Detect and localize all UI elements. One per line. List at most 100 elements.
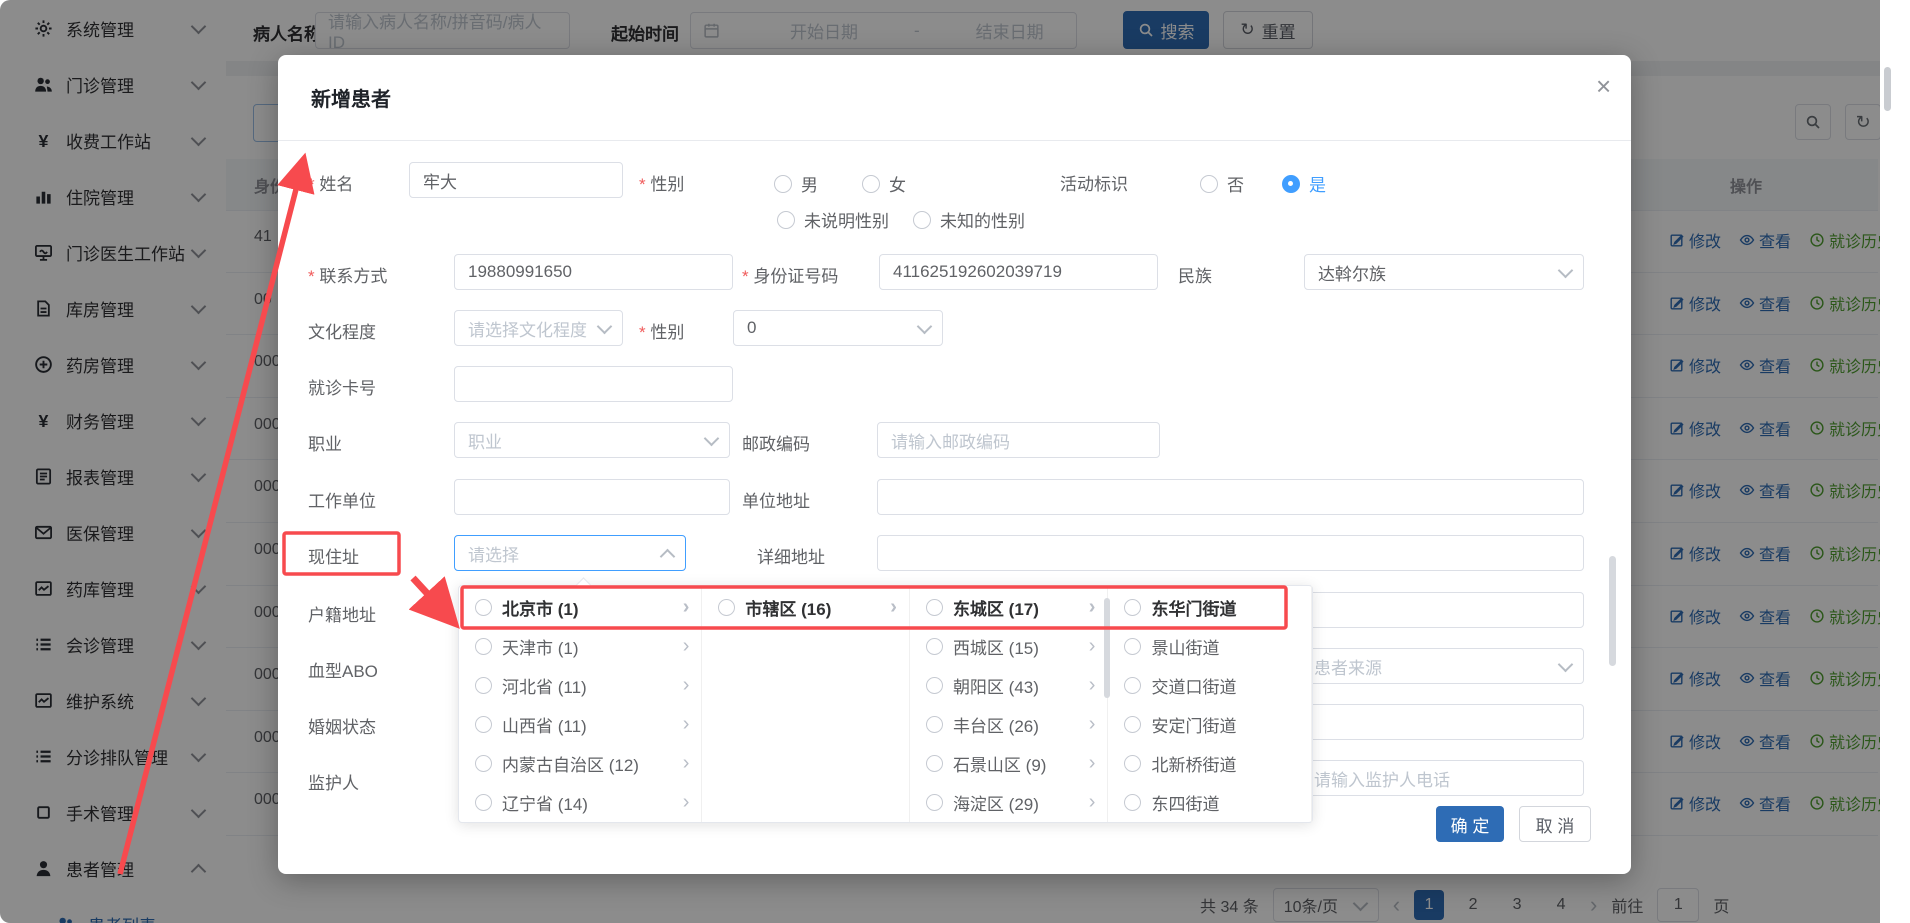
radio-icon (718, 599, 735, 616)
cascader-street-option[interactable]: 交道口街道 (1108, 666, 1311, 705)
gender-radio-female[interactable]: 女 (862, 171, 906, 196)
card-no-input[interactable] (454, 366, 733, 402)
radio-icon (475, 638, 492, 655)
cascader-district-column: 东城区 (17) › 西城区 (15) › 朝阳区 (43) › 丰台区 (26… (910, 586, 1109, 822)
nation-select[interactable]: 达斡尔族 (1304, 254, 1584, 290)
marital-label: 婚姻状态 (308, 713, 376, 738)
radio-icon (777, 211, 795, 229)
cascader-province-option[interactable]: 天津市 (1) › (459, 627, 701, 666)
chevron-right-icon: › (1089, 635, 1096, 658)
chevron-down-icon (1558, 262, 1574, 278)
gender-radio-unspecified[interactable]: 未说明性别 (777, 207, 889, 232)
chevron-down-icon (597, 318, 613, 334)
name-input[interactable]: 牢大 (409, 162, 623, 198)
marital-right-input[interactable] (1300, 704, 1584, 740)
gender2-label: 性别 (639, 318, 684, 343)
cascader-district-option[interactable]: 石景山区 (9) › (910, 744, 1108, 783)
cascader-street-option[interactable]: 北新桥街道 (1108, 744, 1311, 783)
dialog-title: 新增患者 (311, 83, 391, 112)
unit-address-label: 单位地址 (742, 487, 810, 512)
radio-icon (475, 794, 492, 811)
chevron-right-icon: › (1089, 674, 1096, 697)
contact-label: 联系方式 (308, 262, 387, 287)
cascader-district-option[interactable]: 海淀区 (29) › (910, 783, 1108, 822)
work-unit-input[interactable] (454, 479, 730, 515)
radio-icon (862, 175, 880, 193)
cascader-district-option[interactable]: 朝阳区 (43) › (910, 666, 1108, 705)
cascader-province-option[interactable]: 河北省 (11) › (459, 666, 701, 705)
cascader-province-option[interactable]: 辽宁省 (14) › (459, 783, 701, 822)
detail-address-input[interactable] (877, 535, 1584, 571)
active-radio-yes[interactable]: 是 (1282, 171, 1326, 196)
household-label: 户籍地址 (308, 601, 376, 626)
cascader-street-option[interactable]: 景山街道 (1108, 627, 1311, 666)
work-unit-label: 工作单位 (308, 487, 376, 512)
radio-icon (475, 716, 492, 733)
chevron-down-icon (1558, 656, 1574, 672)
cascader-city-column: 市辖区 (16) › (702, 586, 910, 822)
cascader-district-option[interactable]: 西城区 (15) › (910, 627, 1108, 666)
close-icon[interactable]: × (1596, 73, 1611, 99)
cascader-scrollbar-thumb[interactable] (1104, 598, 1110, 698)
gender2-select[interactable]: 0 (733, 310, 943, 346)
nation-label: 民族 (1178, 262, 1212, 287)
radio-icon (926, 755, 943, 772)
cascader-district-option[interactable]: 东城区 (17) › (910, 588, 1108, 627)
chevron-right-icon: › (1089, 713, 1096, 736)
cascader-province-option[interactable]: 北京市 (1) › (459, 588, 701, 627)
radio-icon (475, 599, 492, 616)
contact-input[interactable]: 19880991650 (454, 254, 733, 290)
dialog-scrollbar-thumb[interactable] (1609, 556, 1616, 666)
radio-icon (475, 755, 492, 772)
radio-icon (926, 599, 943, 616)
card-no-label: 就诊卡号 (308, 374, 376, 399)
id-card-input[interactable]: 411625192602039719 (879, 254, 1158, 290)
active-radio-no[interactable]: 否 (1200, 171, 1244, 196)
gender-radio-male[interactable]: 男 (774, 171, 818, 196)
address-cascader-dropdown: 北京市 (1) › 天津市 (1) › 河北省 (11) › 山西省 (11) … (458, 585, 1313, 823)
cascader-street-option[interactable]: 安定门街道 (1108, 705, 1311, 744)
occupation-select[interactable]: 职业 (454, 422, 730, 458)
dialog-divider (278, 140, 1631, 141)
patient-source-select[interactable]: 患者来源 (1300, 648, 1584, 684)
chevron-up-icon (660, 548, 676, 564)
gender-radio-unknown[interactable]: 未知的性别 (913, 207, 1025, 232)
chevron-right-icon: › (683, 752, 690, 775)
radio-icon (1124, 755, 1141, 772)
current-address-cascader[interactable]: 请选择 (454, 535, 686, 571)
current-address-label: 现住址 (308, 543, 359, 568)
cascader-province-option[interactable]: 内蒙古自治区 (12) › (459, 744, 701, 783)
confirm-button[interactable]: 确 定 (1436, 806, 1504, 842)
cascader-province-option[interactable]: 山西省 (11) › (459, 705, 701, 744)
radio-checked-icon (1282, 175, 1300, 193)
chevron-right-icon: › (683, 791, 690, 814)
radio-icon (1124, 599, 1141, 616)
radio-icon (1200, 175, 1218, 193)
radio-icon (913, 211, 931, 229)
chevron-down-icon (917, 318, 933, 334)
guardian-label: 监护人 (308, 769, 359, 794)
cascader-street-option[interactable]: 东四街道 (1108, 783, 1311, 822)
cascader-street-option[interactable]: 东华门街道 (1108, 588, 1311, 627)
window-scrollbar-thumb[interactable] (1884, 67, 1891, 111)
unit-address-input[interactable] (877, 479, 1584, 515)
radio-icon (926, 638, 943, 655)
radio-icon (926, 677, 943, 694)
detail-address-label: 详细地址 (757, 543, 825, 568)
education-select[interactable]: 请选择文化程度 (454, 310, 623, 346)
name-label: 姓名 (308, 170, 353, 195)
postcode-input[interactable]: 请输入邮政编码 (877, 422, 1160, 458)
gender-label: 性别 (639, 170, 684, 195)
chevron-right-icon: › (1089, 596, 1096, 619)
guardian-phone-input[interactable]: 请输入监护人电话 (1300, 760, 1584, 796)
chevron-right-icon: › (683, 596, 690, 619)
cascader-province-column: 北京市 (1) › 天津市 (1) › 河北省 (11) › 山西省 (11) … (459, 586, 702, 822)
id-card-label: 身份证号码 (742, 262, 838, 287)
cascader-district-option[interactable]: 丰台区 (26) › (910, 705, 1108, 744)
radio-icon (475, 677, 492, 694)
radio-icon (1124, 638, 1141, 655)
cascader-city-option[interactable]: 市辖区 (16) › (702, 588, 909, 627)
radio-icon (1124, 794, 1141, 811)
cancel-button[interactable]: 取 消 (1519, 806, 1591, 842)
education-label: 文化程度 (308, 318, 376, 343)
